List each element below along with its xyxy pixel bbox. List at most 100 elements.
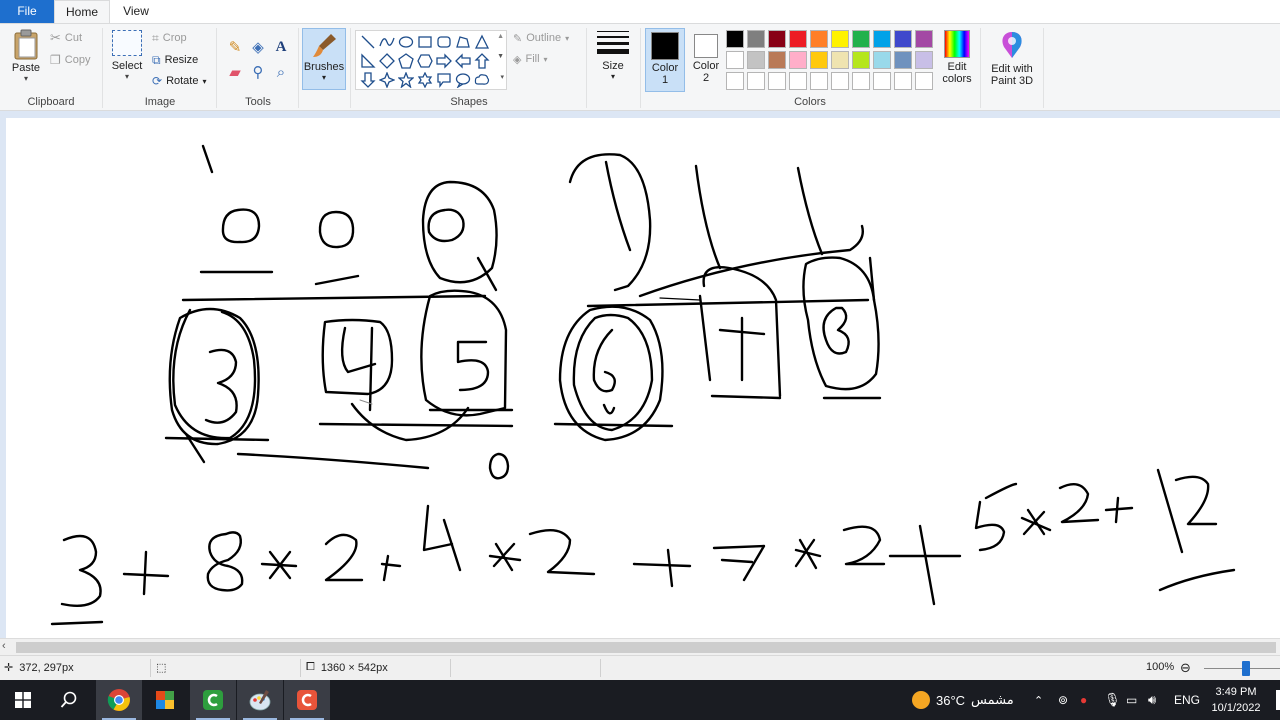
- palette-swatch[interactable]: [789, 30, 807, 48]
- oval-shape-icon[interactable]: [398, 34, 414, 50]
- start-button[interactable]: [0, 680, 46, 720]
- size-button[interactable]: Size ▾: [592, 29, 634, 91]
- camtasia-recorder-taskbar-button[interactable]: [284, 680, 330, 720]
- palette-swatch[interactable]: [852, 30, 870, 48]
- rotate-button[interactable]: ⟳ Rotate ▾: [152, 72, 207, 90]
- rounded-callout-shape-icon[interactable]: [436, 72, 452, 88]
- palette-swatch[interactable]: [894, 51, 912, 69]
- diamond-shape-icon[interactable]: [379, 53, 395, 69]
- pentagon-shape-icon[interactable]: [398, 53, 414, 69]
- left-arrow-shape-icon[interactable]: [455, 53, 471, 69]
- palette-swatch[interactable]: [726, 30, 744, 48]
- crop-button[interactable]: ⌗ Crop: [152, 29, 187, 47]
- paste-button[interactable]: Paste ▾: [6, 28, 46, 83]
- edit-with-paint3d-button[interactable]: Edit with Paint 3D: [984, 28, 1040, 92]
- right-arrow-shape-icon[interactable]: [436, 53, 452, 69]
- office-app-taskbar-button[interactable]: [142, 680, 188, 720]
- palette-swatch[interactable]: [873, 72, 891, 90]
- hexagon-shape-icon[interactable]: [417, 53, 433, 69]
- edit-colors-button[interactable]: Edit colors: [938, 28, 976, 92]
- horizontal-scroll-thumb[interactable]: [16, 642, 1276, 653]
- curve-shape-icon[interactable]: [379, 34, 395, 50]
- scroll-left-icon[interactable]: ‹: [2, 640, 6, 652]
- oval-callout-shape-icon[interactable]: [455, 72, 471, 89]
- palette-swatch[interactable]: [831, 30, 849, 48]
- palette-swatch[interactable]: [747, 72, 765, 90]
- palette-swatch[interactable]: [768, 72, 786, 90]
- palette-swatch[interactable]: [831, 51, 849, 69]
- zoom-out-icon[interactable]: ⊖: [1180, 660, 1191, 676]
- paste-dropdown-icon[interactable]: ▾: [6, 74, 46, 83]
- select-button[interactable]: Select ▾: [108, 30, 146, 81]
- palette-swatch[interactable]: [747, 30, 765, 48]
- palette-swatch[interactable]: [726, 72, 744, 90]
- pencil-icon[interactable]: ✎: [225, 37, 245, 57]
- palette-swatch[interactable]: [873, 30, 891, 48]
- rectangle-shape-icon[interactable]: [417, 34, 433, 50]
- palette-swatch[interactable]: [768, 51, 786, 69]
- chrome-taskbar-button[interactable]: [96, 680, 142, 720]
- palette-swatch[interactable]: [810, 30, 828, 48]
- palette-swatch[interactable]: [726, 51, 744, 69]
- palette-swatch[interactable]: [747, 51, 765, 69]
- color-picker-icon[interactable]: ⚲: [248, 62, 268, 82]
- palette-swatch[interactable]: [810, 51, 828, 69]
- color2-button[interactable]: Color 2: [688, 28, 724, 92]
- battery-icon[interactable]: ▭: [1126, 680, 1137, 720]
- palette-swatch[interactable]: [852, 72, 870, 90]
- drawing-canvas[interactable]: [6, 118, 1280, 638]
- five-point-star-shape-icon[interactable]: [397, 71, 415, 89]
- show-hidden-icons-chevron[interactable]: ⌃: [1034, 680, 1043, 720]
- network-icon[interactable]: ⊚: [1058, 680, 1068, 720]
- show-desktop-button[interactable]: [1276, 690, 1280, 710]
- file-tab[interactable]: File: [0, 0, 54, 23]
- triangle-shape-icon[interactable]: [474, 34, 490, 50]
- text-tool-icon[interactable]: A: [271, 37, 291, 57]
- right-triangle-shape-icon[interactable]: [360, 53, 376, 69]
- security-icon[interactable]: ●: [1080, 680, 1087, 720]
- search-button[interactable]: [46, 680, 92, 720]
- brushes-button[interactable]: Brushes ▾: [302, 28, 346, 90]
- view-tab[interactable]: View: [110, 0, 162, 23]
- palette-swatch[interactable]: [915, 51, 933, 69]
- resize-button[interactable]: ⧉ Resize: [152, 51, 198, 69]
- copy-button[interactable]: ❐ Copy: [50, 51, 90, 69]
- palette-swatch[interactable]: [894, 72, 912, 90]
- palette-swatch[interactable]: [915, 72, 933, 90]
- microphone-icon[interactable]: 🎙︎: [1104, 680, 1121, 720]
- four-point-star-shape-icon[interactable]: [378, 71, 396, 89]
- zoom-slider-thumb[interactable]: [1242, 661, 1250, 676]
- palette-swatch[interactable]: [873, 51, 891, 69]
- weather-widget[interactable]: 36°C مشمس: [912, 680, 1014, 720]
- color1-button[interactable]: Color 1: [645, 28, 685, 92]
- outline-button[interactable]: ✎ Outline ▾: [513, 29, 569, 47]
- palette-swatch[interactable]: [789, 72, 807, 90]
- magnifier-icon[interactable]: ⌕: [271, 62, 291, 82]
- eraser-icon[interactable]: ▰: [225, 62, 245, 82]
- shapes-scroll-up-icon[interactable]: ▲: [497, 33, 504, 40]
- palette-swatch[interactable]: [768, 30, 786, 48]
- palette-swatch[interactable]: [894, 30, 912, 48]
- palette-swatch[interactable]: [915, 30, 933, 48]
- volume-icon[interactable]: 🔊︎: [1148, 680, 1156, 720]
- up-arrow-shape-icon[interactable]: [474, 53, 490, 69]
- cloud-callout-shape-icon[interactable]: [474, 72, 490, 88]
- language-indicator[interactable]: ENG: [1174, 680, 1200, 720]
- fill-button[interactable]: ◈ Fill ▾: [513, 50, 548, 68]
- six-point-star-shape-icon[interactable]: [417, 71, 433, 89]
- rounded-rectangle-shape-icon[interactable]: [436, 34, 452, 50]
- select-dropdown-icon[interactable]: ▾: [108, 72, 146, 81]
- palette-swatch[interactable]: [789, 51, 807, 69]
- shapes-expand-icon[interactable]: ▾: [500, 73, 504, 81]
- palette-swatch[interactable]: [852, 51, 870, 69]
- polygon-shape-icon[interactable]: [455, 34, 471, 50]
- camtasia-taskbar-button[interactable]: [190, 680, 236, 720]
- palette-swatch[interactable]: [831, 72, 849, 90]
- fill-bucket-icon[interactable]: ◈: [248, 37, 268, 57]
- system-clock[interactable]: 3:49 PM 10/1/2022: [1206, 684, 1266, 716]
- palette-swatch[interactable]: [810, 72, 828, 90]
- shapes-scroll-down-icon[interactable]: ▼: [497, 53, 504, 60]
- cut-button[interactable]: ✂ Cut: [50, 29, 82, 47]
- horizontal-scrollbar[interactable]: ‹: [0, 638, 1280, 655]
- paint-taskbar-button[interactable]: [237, 680, 283, 720]
